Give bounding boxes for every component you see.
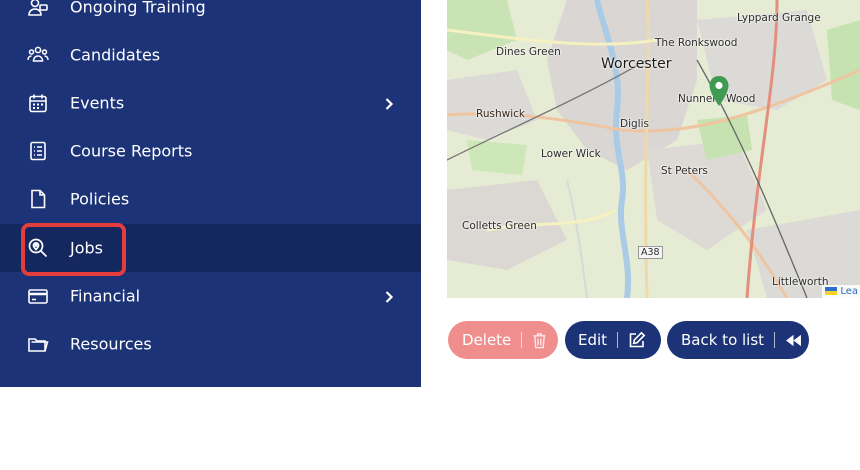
- map-label: Littleworth: [772, 276, 829, 288]
- sidebar-item-label: Jobs: [70, 238, 103, 258]
- sidebar: Ongoing Training Candidates Events Cours…: [0, 0, 421, 387]
- sidebar-item-label: Financial: [70, 286, 141, 306]
- sidebar-item-financial[interactable]: Financial: [0, 272, 421, 320]
- chevron-right-icon[interactable]: [382, 289, 396, 303]
- sidebar-item-jobs[interactable]: Jobs: [0, 224, 421, 272]
- attribution-link[interactable]: Lea: [840, 286, 858, 297]
- sidebar-item-label: Course Reports: [70, 141, 193, 161]
- map-label: Rushwick: [476, 108, 525, 120]
- sidebar-item-candidates[interactable]: Candidates: [0, 31, 421, 79]
- edit-icon: [628, 331, 646, 349]
- map-label: The Ronkswood: [655, 37, 738, 49]
- calendar-icon: [27, 92, 49, 114]
- delete-button[interactable]: Delete: [448, 321, 558, 359]
- sidebar-item-label: Events: [70, 93, 125, 113]
- edit-button[interactable]: Edit: [565, 321, 661, 359]
- map-marker-icon[interactable]: [708, 75, 730, 107]
- rewind-icon: [785, 334, 802, 347]
- map-label: Colletts Green: [462, 220, 537, 232]
- sidebar-item-label: Candidates: [70, 45, 161, 65]
- map-label: Diglis: [620, 118, 649, 130]
- flag-icon: [825, 287, 838, 295]
- sidebar-item-policies[interactable]: Policies: [0, 175, 421, 223]
- map-label: Dines Green: [496, 46, 561, 58]
- sidebar-item-label: Resources: [70, 334, 152, 354]
- folder-icon: [27, 333, 49, 355]
- sidebar-item-label: Ongoing Training: [70, 0, 206, 17]
- map-label: St Peters: [661, 165, 708, 177]
- edit-button-label: Edit: [578, 331, 608, 349]
- sidebar-item-ongoing-training[interactable]: Ongoing Training: [0, 0, 421, 31]
- button-divider: [774, 332, 776, 348]
- sidebar-item-course-reports[interactable]: Course Reports: [0, 127, 421, 175]
- delete-button-label: Delete: [462, 331, 512, 349]
- trainee-icon: [27, 0, 49, 18]
- button-divider: [521, 332, 523, 348]
- button-divider: [617, 332, 619, 348]
- card-icon: [27, 285, 49, 307]
- back-to-list-button[interactable]: Back to list: [667, 321, 809, 359]
- map-label: Lower Wick: [541, 148, 601, 160]
- trash-icon: [532, 332, 547, 349]
- sidebar-item-resources[interactable]: Resources: [0, 320, 421, 368]
- map-label: Worcester: [601, 56, 672, 72]
- sidebar-item-events[interactable]: Events: [0, 79, 421, 127]
- location-map[interactable]: Lyppard Grange Dines Green The Ronkswood…: [447, 0, 860, 298]
- report-icon: [27, 140, 49, 162]
- map-attribution[interactable]: Lea: [822, 285, 860, 298]
- people-icon: [27, 44, 49, 66]
- location-search-icon: [27, 237, 49, 259]
- document-icon: [27, 188, 49, 210]
- map-label: Lyppard Grange: [737, 12, 821, 24]
- chevron-right-icon[interactable]: [382, 96, 396, 110]
- back-button-label: Back to list: [681, 331, 765, 349]
- sidebar-item-label: Policies: [70, 189, 130, 209]
- road-shield: A38: [638, 246, 663, 259]
